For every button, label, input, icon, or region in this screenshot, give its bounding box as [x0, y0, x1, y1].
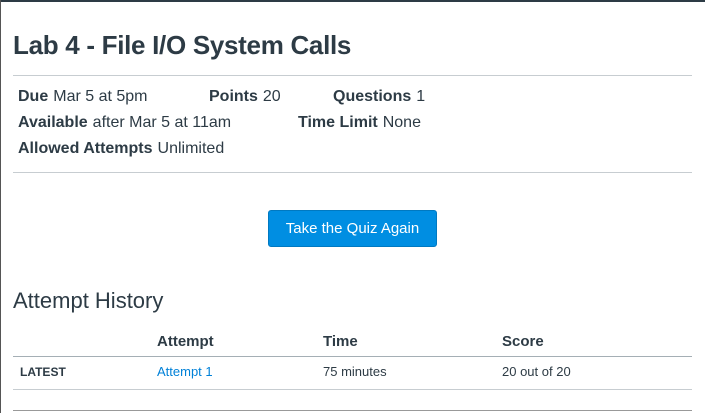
due-detail: Due Mar 5 at 5pm [18, 88, 148, 105]
available-detail: Available after Mar 5 at 11am [18, 114, 232, 131]
row-divider [13, 389, 692, 390]
take-quiz-again-button[interactable]: Take the Quiz Again [268, 210, 437, 247]
allowed-attempts-detail: Allowed Attempts Unlimited [18, 140, 225, 157]
points-detail: Points 20 [209, 88, 281, 105]
questions-detail: Questions 1 [333, 88, 426, 105]
top-border [0, 0, 705, 2]
table-header-divider [13, 356, 692, 357]
time-limit-detail: Time Limit None [298, 114, 421, 131]
column-header-attempt: Attempt [157, 333, 214, 350]
attempt-score: 20 out of 20 [502, 364, 571, 379]
divider [13, 172, 692, 173]
attempt-link[interactable]: Attempt 1 [157, 364, 213, 379]
column-header-time: Time [323, 333, 358, 350]
attempt-history-heading: Attempt History [13, 288, 164, 313]
divider [13, 75, 692, 76]
latest-tag: LATEST [20, 365, 66, 379]
divider [13, 410, 692, 411]
left-border [0, 0, 1, 413]
column-header-score: Score [502, 333, 544, 350]
page-title: Lab 4 - File I/O System Calls [13, 30, 352, 60]
attempt-time: 75 minutes [323, 364, 387, 379]
